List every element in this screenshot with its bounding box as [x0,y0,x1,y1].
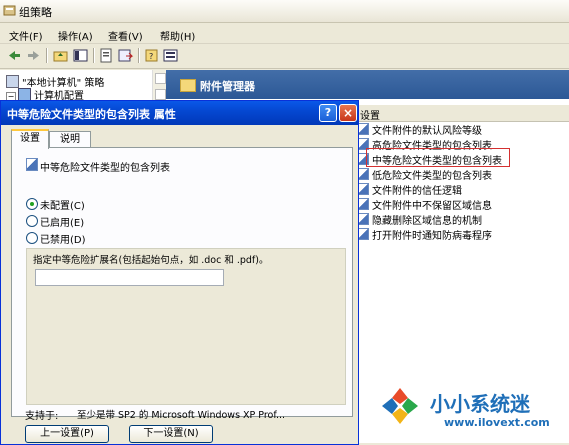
options-group: 指定中等危险扩展名(包括起始句点，如 .doc 和 .pdf)。 [26,248,346,405]
extensions-input[interactable] [35,269,224,286]
radio-enabled-label[interactable]: 已启用(E) [40,214,84,229]
tab-settings[interactable]: 设置 [11,129,49,149]
toolbar: ? [0,44,569,69]
setting-icon [26,158,38,171]
menu-action[interactable]: 操作(A) [58,28,93,43]
setting-icon [358,198,369,210]
list-item[interactable]: 文件附件中不保留区域信息 [358,197,492,212]
show-tree-icon[interactable] [72,47,89,64]
watermark-logo-icon [380,386,420,426]
extension-hint: 指定中等危险扩展名(包括起始句点，如 .doc 和 .pdf)。 [33,255,269,266]
radio-not-configured-label[interactable]: 未配置(C) [40,197,85,212]
forward-arrow-icon[interactable] [25,47,42,64]
window-titlebar: 组策略 [0,0,569,23]
setting-icon [358,183,369,195]
group-policy-icon [3,4,16,17]
setting-icon [358,228,369,240]
folder-icon [180,79,196,92]
folder-header: 附件管理器 [166,70,569,99]
help-book-icon[interactable]: ? [143,47,160,64]
menu-file[interactable]: 文件(F) [9,28,43,43]
svg-text:?: ? [149,52,153,61]
watermark-name: 小小系统迷 [430,392,530,416]
radio-disabled-label[interactable]: 已禁用(D) [40,231,86,246]
close-button[interactable]: × [339,104,357,122]
setting-icon [358,213,369,225]
column-header-settings[interactable]: 设置 [356,105,569,122]
properties-dialog: 中等危险文件类型的包含列表 属性 ? × 设置 说明 中等危险文件类型的包含列表… [0,100,359,445]
list-item[interactable]: 打开附件时通知防病毒程序 [358,227,492,242]
list-item[interactable]: 隐藏删除区域信息的机制 [358,212,482,227]
list-item[interactable]: 文件附件的默认风险等级 [358,122,482,137]
radio-enabled[interactable] [26,215,38,227]
export-list-icon[interactable] [117,47,134,64]
policy-name: 中等危险文件类型的包含列表 [40,163,170,174]
watermark-url: www.ilovext.com [444,416,550,429]
settings-panel: 中等危险文件类型的包含列表 未配置(C) 已启用(E) 已禁用(D) 指定中等危… [11,147,353,417]
back-arrow-icon[interactable] [6,47,23,64]
supported-on-label: 支持于: [25,411,59,422]
folder-title: 附件管理器 [200,80,255,93]
radio-not-configured[interactable] [26,198,38,210]
up-folder-icon[interactable] [52,47,69,64]
dialog-title: 中等危险文件类型的包含列表 属性 [7,108,176,121]
menu-bar: 文件(F) 操作(A) 查看(V) 帮助(H) [0,23,569,44]
menu-help[interactable]: 帮助(H) [160,28,195,43]
setting-icon [358,168,369,180]
help-button[interactable]: ? [319,104,337,122]
red-highlight-box [366,148,510,167]
window-title: 组策略 [19,6,52,19]
setting-icon [358,123,369,135]
scroll-down-icon[interactable] [155,89,166,100]
console-view-icon[interactable] [162,47,179,64]
previous-setting-button[interactable]: 上一设置(P) [25,425,109,443]
radio-disabled[interactable] [26,232,38,244]
tab-explain[interactable]: 说明 [49,131,91,148]
supported-on-value: 至少是带 SP2 的 Microsoft Windows XP Prof... [77,410,286,421]
scroll-up-icon[interactable] [155,73,166,84]
menu-view[interactable]: 查看(V) [108,28,143,43]
dialog-titlebar: 中等危险文件类型的包含列表 属性 [1,101,358,125]
list-item[interactable]: 低危险文件类型的包含列表 [358,167,492,182]
list-item[interactable]: 文件附件的信任逻辑 [358,182,462,197]
site-watermark: 小小系统迷 www.ilovext.com [372,386,569,443]
column-header-label: 设置 [360,111,380,122]
properties-icon[interactable] [98,47,115,64]
next-setting-button[interactable]: 下一设置(N) [129,425,213,443]
